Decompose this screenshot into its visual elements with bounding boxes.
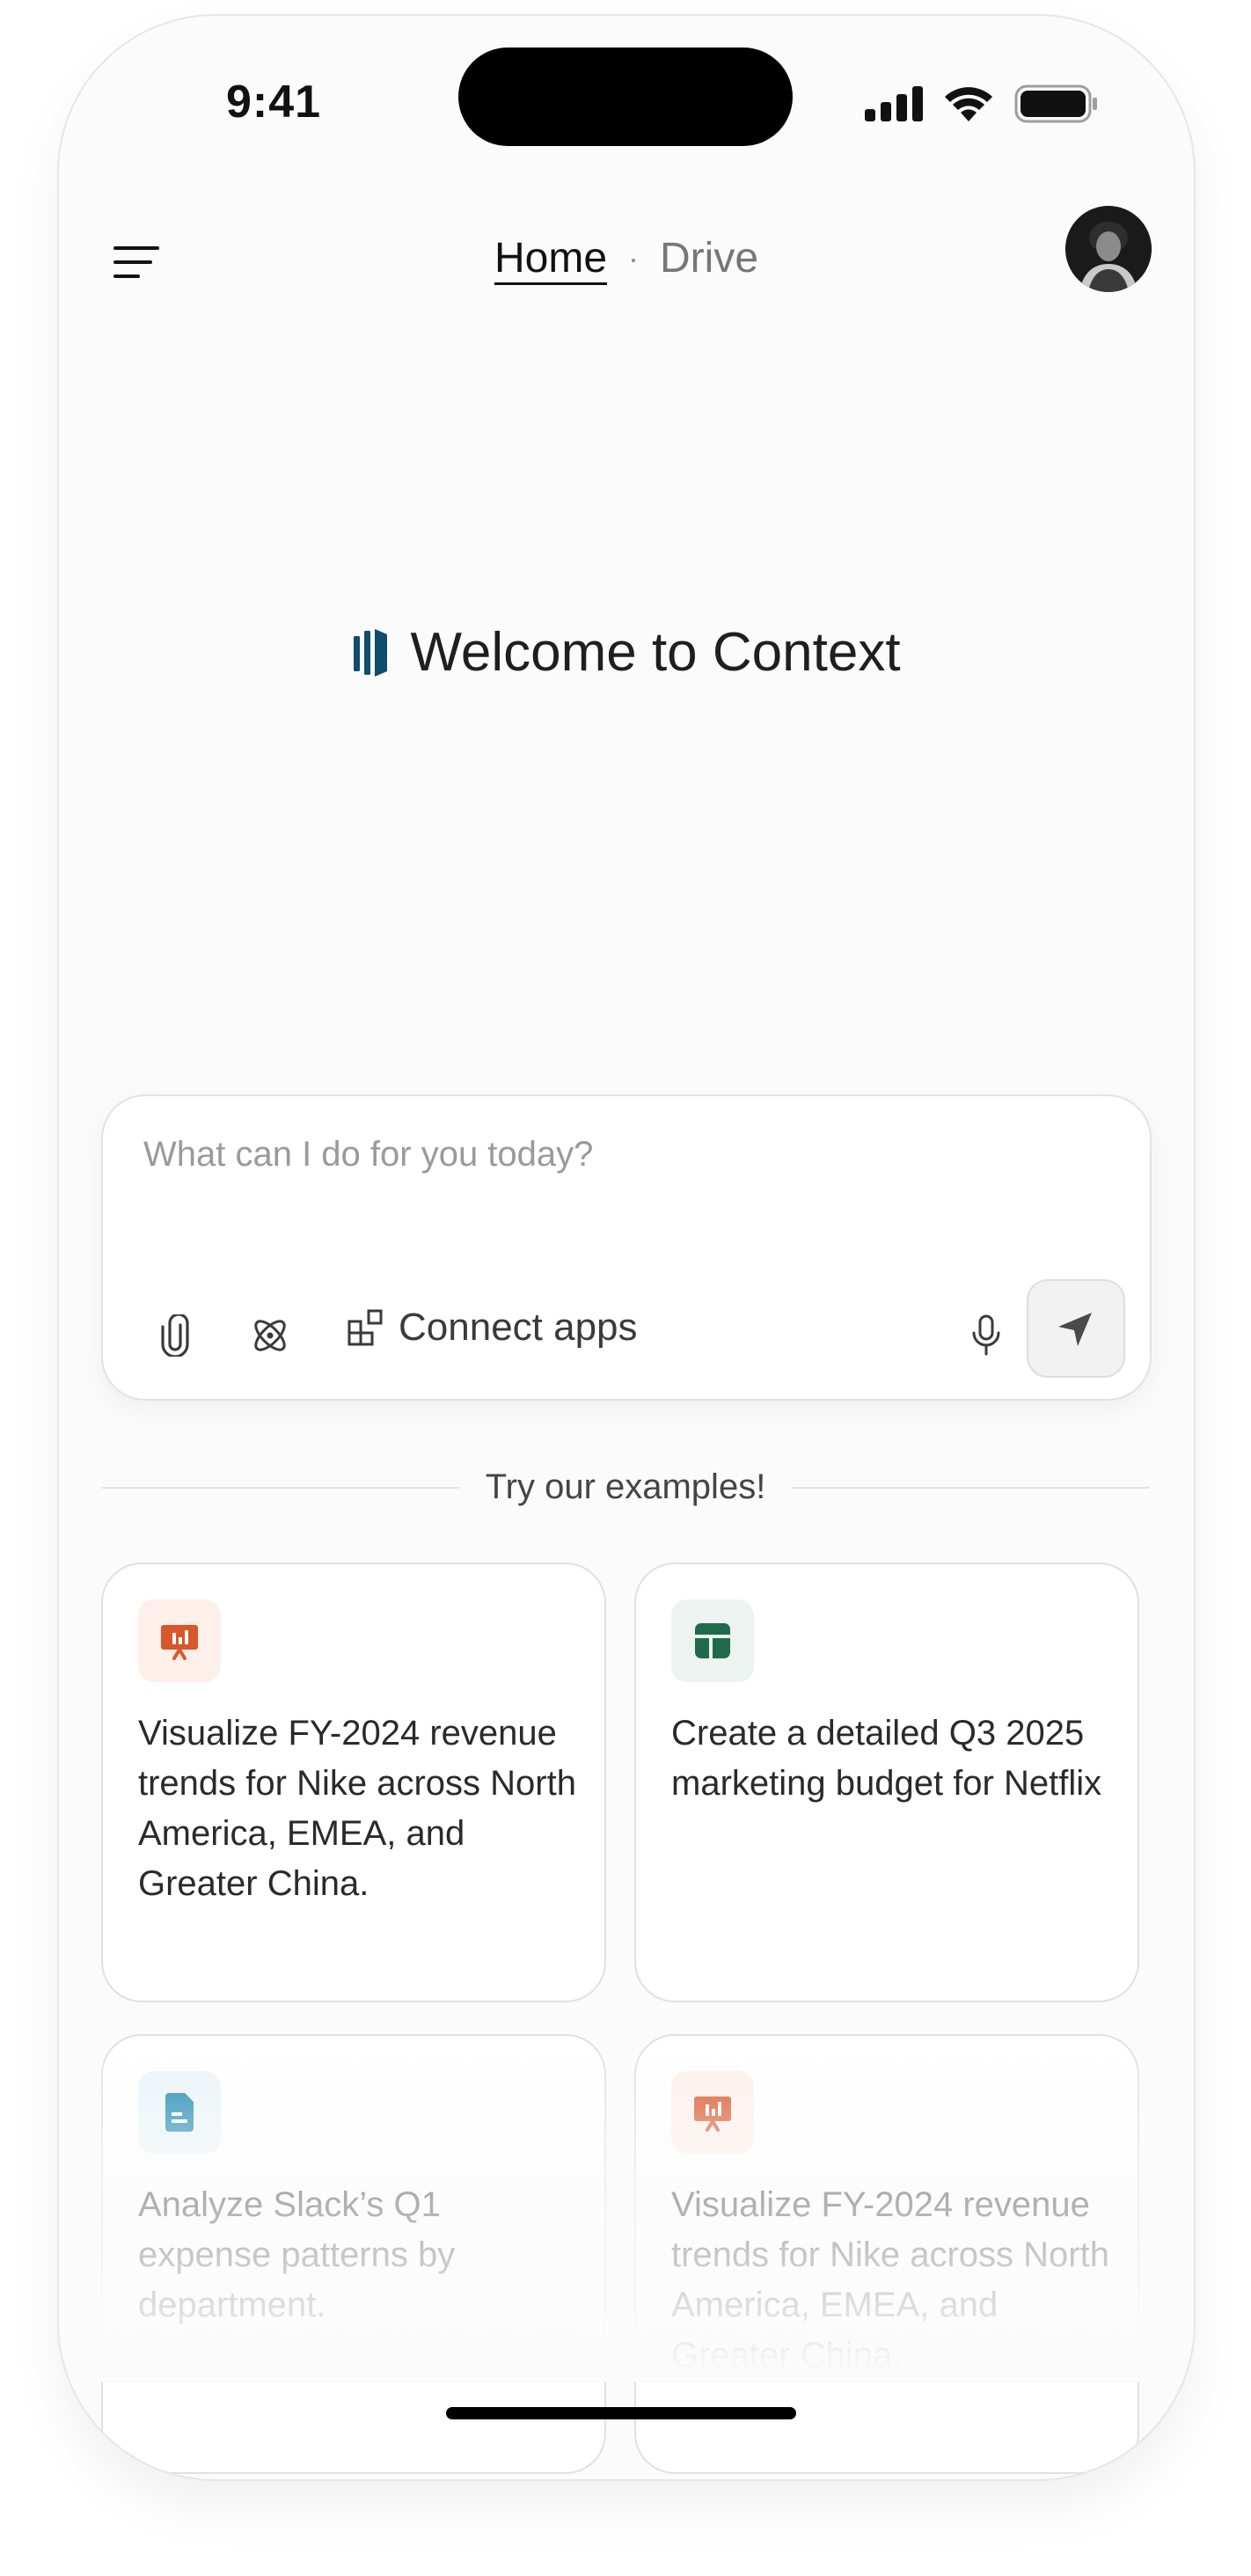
card-icon-wrap: [671, 2071, 754, 2154]
nav-tabs: Home · Drive: [59, 234, 1194, 282]
connect-apps-button[interactable]: Connect apps: [346, 1306, 638, 1350]
divider-line-left: [101, 1486, 459, 1489]
attach-button[interactable]: [152, 1311, 201, 1360]
dynamic-island: [458, 48, 793, 146]
user-photo-icon: [1065, 206, 1152, 292]
presentation-chart-icon: [694, 2097, 731, 2132]
card-text: Visualize FY-2024 revenue trends for Nik…: [671, 2185, 1109, 2375]
tab-drive[interactable]: Drive: [660, 234, 758, 282]
prompt-input[interactable]: [143, 1135, 1023, 1175]
cellular-signal-icon: [865, 86, 923, 121]
examples-divider: Try our examples!: [101, 1467, 1150, 1507]
welcome-title: Welcome to Context: [410, 622, 901, 683]
divider-line-right: [792, 1486, 1150, 1489]
tab-home[interactable]: Home: [494, 234, 607, 282]
microphone-icon: [972, 1314, 1000, 1356]
paperclip-icon: [161, 1314, 189, 1357]
example-card[interactable]: Visualize FY-2024 revenue trends for Nik…: [101, 1562, 606, 2002]
presentation-chart-icon: [161, 1625, 198, 1660]
card-text: Analyze Slack’s Q1 expense patterns by d…: [138, 2185, 456, 2324]
spreadsheet-icon: [695, 1623, 730, 1658]
send-button[interactable]: [1027, 1279, 1125, 1378]
reasoning-button[interactable]: [245, 1311, 295, 1360]
status-time: 9:41: [226, 77, 322, 128]
home-indicator[interactable]: [446, 2407, 796, 2419]
card-text: Visualize FY-2024 revenue trends for Nik…: [138, 1714, 576, 1903]
atom-icon: [254, 1320, 286, 1351]
card-text: Create a detailed Q3 2025 marketing budg…: [671, 1714, 1102, 1803]
card-icon-wrap: [138, 2071, 221, 2154]
microphone-button[interactable]: [962, 1311, 1011, 1360]
welcome-heading: Welcome to Context: [59, 621, 1194, 684]
phone-frame: 9:41 Home · Drive Welcome to Context Wha…: [57, 14, 1196, 2481]
card-icon-wrap: [138, 1599, 221, 1682]
wifi-icon: [945, 87, 992, 121]
tab-separator: ·: [628, 239, 640, 276]
battery-icon: [1014, 84, 1097, 123]
example-card[interactable]: Create a detailed Q3 2025 marketing budg…: [634, 1562, 1139, 2002]
apps-icon: [348, 1309, 383, 1346]
avatar[interactable]: [1065, 206, 1152, 292]
card-icon-wrap: [671, 1599, 754, 1682]
composer-card: Connect apps: [101, 1094, 1152, 1401]
context-logo-icon: [354, 628, 388, 677]
examples-heading: Try our examples!: [485, 1467, 766, 1506]
status-icons: [865, 84, 1099, 123]
connect-apps-label: Connect apps: [399, 1306, 638, 1349]
send-icon: [1058, 1313, 1092, 1346]
document-icon: [165, 2093, 194, 2132]
